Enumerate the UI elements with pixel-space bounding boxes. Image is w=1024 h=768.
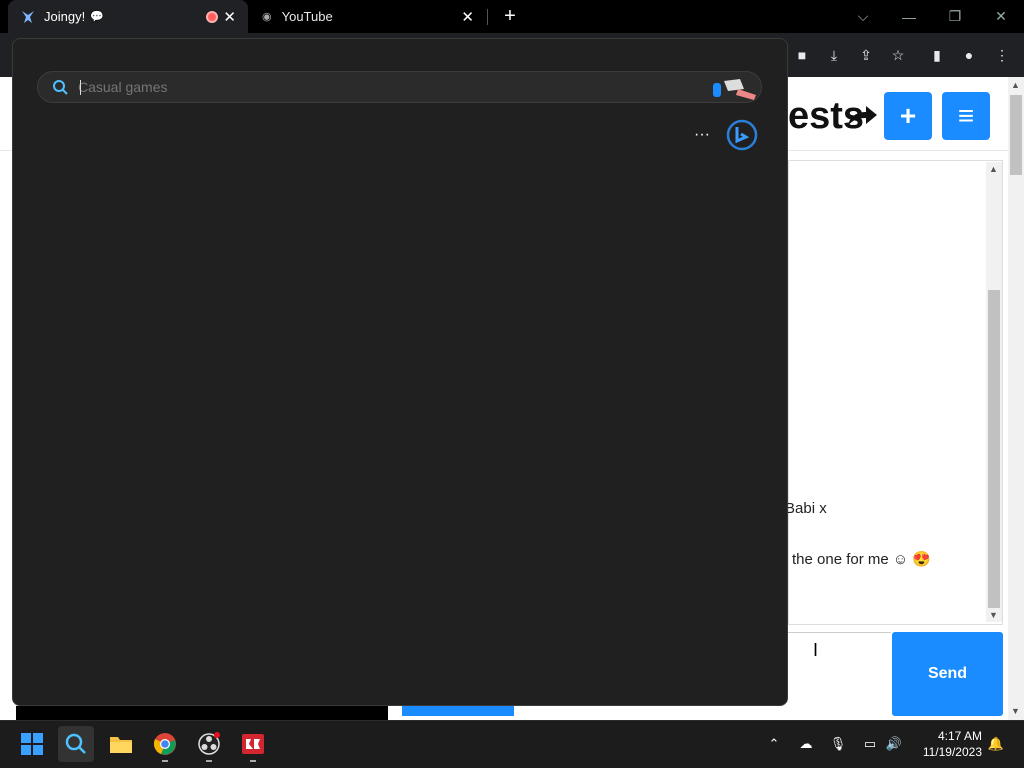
running-indicator: [250, 760, 256, 762]
browser-titlebar: Joingy! 💬 ✕ ◉ YouTube ✕ + ⌵ — ❐ ✕: [0, 0, 1024, 33]
install-icon[interactable]: ⤓: [823, 44, 845, 66]
network-icon[interactable]: ▭: [860, 734, 880, 754]
chrome-icon: [153, 733, 176, 755]
cyberlink-icon: [242, 734, 264, 754]
cloud-offline-icon[interactable]: ☁: [796, 734, 816, 754]
profile-avatar-icon[interactable]: ●: [958, 44, 980, 66]
volume-icon[interactable]: 🔊: [884, 734, 904, 754]
tab-label: Joingy!: [44, 9, 86, 24]
bing-chat-icon[interactable]: [726, 119, 758, 151]
message-input[interactable]: [788, 632, 891, 716]
close-tab-icon[interactable]: ✕: [223, 8, 236, 26]
share-icon[interactable]: ⇪: [855, 44, 877, 66]
search-icon: [65, 733, 86, 754]
folder-icon: [110, 737, 132, 753]
cyberlink-button[interactable]: [235, 726, 271, 762]
close-tab-icon[interactable]: ✕: [461, 8, 474, 26]
microphone-icon[interactable]: 🎙: [828, 734, 848, 754]
taskbar-search-button[interactable]: [58, 726, 94, 762]
tab-joingy[interactable]: Joingy! 💬 ✕: [8, 0, 248, 33]
tab-label: YouTube: [281, 9, 333, 24]
clock-date: 11/19/2023: [922, 745, 982, 759]
page-footer-button[interactable]: [402, 706, 514, 716]
text-caret: [80, 80, 81, 95]
search-input[interactable]: [78, 74, 678, 100]
send-button[interactable]: Send: [892, 632, 1003, 716]
close-window-button[interactable]: ✕: [978, 0, 1024, 33]
show-hidden-icons-chevron-icon[interactable]: ⌃: [764, 734, 784, 754]
restore-button[interactable]: ❐: [932, 0, 978, 33]
scroll-down-arrow-icon[interactable]: ▼: [989, 610, 998, 620]
add-button[interactable]: +: [884, 92, 932, 140]
new-tab-button[interactable]: +: [498, 4, 522, 28]
tab-search-chevron-icon[interactable]: ⌵: [840, 0, 886, 33]
text-cursor-icon: I: [813, 640, 819, 660]
search-icon: [52, 79, 68, 95]
side-panel-icon[interactable]: ▮: [926, 44, 948, 66]
search-highlight-doodle-icon[interactable]: [710, 75, 760, 101]
running-indicator: [162, 760, 168, 762]
chat-message: the one for me ☺ 😍: [792, 551, 932, 568]
clock-time: 4:17 AM: [937, 729, 982, 743]
running-indicator: [206, 760, 212, 762]
joingy-favicon-icon: [20, 9, 36, 25]
more-options-button[interactable]: ···: [690, 124, 714, 146]
scroll-up-arrow-icon[interactable]: ▲: [989, 164, 998, 174]
menu-button[interactable]: ≡: [942, 92, 990, 140]
windows-logo-icon: [21, 733, 43, 755]
page-footer-bar: [16, 706, 388, 720]
recording-icon: [206, 10, 218, 23]
tab-youtube[interactable]: ◉ YouTube ✕: [250, 0, 486, 33]
obs-button[interactable]: [191, 726, 227, 762]
youtube-favicon-icon: ◉: [262, 11, 272, 23]
chat-message: Babi x: [785, 500, 827, 517]
search-flyout: [12, 38, 788, 706]
notifications-bell-icon[interactable]: 🔔: [986, 734, 1006, 754]
page-scroll-down-icon[interactable]: ▼: [1011, 706, 1020, 716]
start-button[interactable]: [14, 726, 50, 762]
tab-divider: [487, 9, 488, 25]
taskbar-clock[interactable]: 4:17 AM 11/19/2023: [912, 728, 982, 760]
obs-icon: [198, 732, 220, 755]
menu-kebab-icon[interactable]: ⋮: [991, 44, 1013, 66]
chat-scrollbar-thumb[interactable]: [988, 290, 1000, 608]
page-scrollbar-thumb[interactable]: [1010, 95, 1022, 175]
chrome-button[interactable]: [147, 726, 183, 762]
camera-icon[interactable]: ■: [791, 44, 813, 66]
share-arrow-icon[interactable]: [846, 104, 878, 128]
page-scroll-up-icon[interactable]: ▲: [1011, 80, 1020, 90]
file-explorer-button[interactable]: [103, 726, 139, 762]
chat-bubble-icon: 💬: [90, 11, 104, 23]
minimize-button[interactable]: —: [886, 0, 932, 33]
bookmark-star-icon[interactable]: ☆: [887, 44, 909, 66]
